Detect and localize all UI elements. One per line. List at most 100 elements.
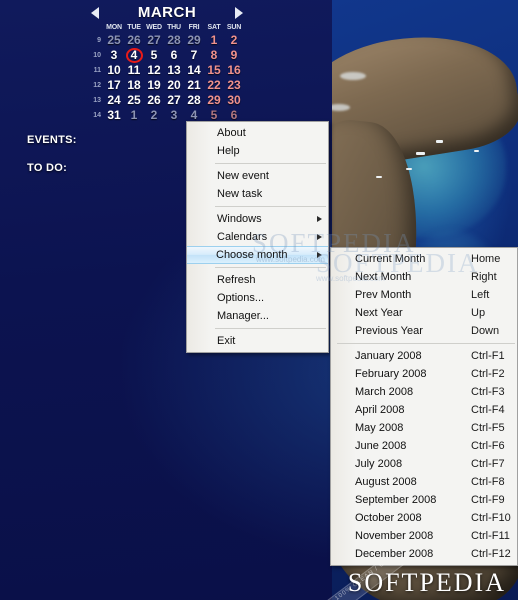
calendar-day[interactable]: 2 xyxy=(144,108,164,123)
calendar-weekday-header: FRI xyxy=(188,24,200,31)
menu-item-choose-month[interactable]: Choose month xyxy=(187,246,328,264)
menu-item-label: Previous Year xyxy=(355,325,423,337)
calendar-week-number: 9 xyxy=(97,37,101,44)
calendar-week-number: 13 xyxy=(93,97,101,104)
menu-item-august-2008[interactable]: August 2008 Ctrl-F8 xyxy=(331,473,517,491)
menu-item-shortcut: Up xyxy=(471,307,486,319)
menu-item-current-month[interactable]: Current Month Home xyxy=(331,250,517,268)
menu-item-label: September 2008 xyxy=(355,494,437,506)
menu-item-label: Choose month xyxy=(216,249,288,261)
menu-item-label: January 2008 xyxy=(355,350,422,362)
menu-item-calendars[interactable]: Calendars xyxy=(187,228,328,246)
menu-item-shortcut: Left xyxy=(471,289,490,301)
calendar-day[interactable]: 6 xyxy=(164,48,184,63)
calendar-day[interactable]: 11 xyxy=(124,63,144,78)
calendar-day[interactable]: 29 xyxy=(204,93,224,108)
menu-item-label: Calendars xyxy=(217,231,268,243)
calendar-day[interactable]: 17 xyxy=(104,78,124,93)
calendar-day[interactable]: 25 xyxy=(104,33,124,48)
menu-item-label: Next Year xyxy=(355,307,403,319)
calendar-day[interactable]: 1 xyxy=(204,33,224,48)
calendar-day[interactable]: 1 xyxy=(124,108,144,123)
calendar-day[interactable]: 12 xyxy=(144,63,164,78)
calendar-day-today[interactable]: 4 xyxy=(124,48,144,63)
calendar-day[interactable]: 3 xyxy=(164,108,184,123)
desktop-calendar-widget[interactable]: MARCH MON TUE WED THU FRI SAT SUN 9 25 26 27 28 29 1 2… xyxy=(88,2,246,123)
menu-item-next-year[interactable]: Next Year Up xyxy=(331,304,517,322)
calendar-day[interactable]: 16 xyxy=(224,63,244,78)
calendar-weekday-header: WED xyxy=(146,24,162,31)
calendar-day[interactable]: 26 xyxy=(144,93,164,108)
calendar-weekday-header: SUN xyxy=(226,24,242,31)
calendar-day[interactable]: 15 xyxy=(204,63,224,78)
calendar-day[interactable]: 24 xyxy=(104,93,124,108)
calendar-day[interactable]: 22 xyxy=(204,78,224,93)
calendar-grid[interactable]: MON TUE WED THU FRI SAT SUN 9 25 26 27 28 29 1 2 10 3 4 5 6… xyxy=(88,22,246,123)
menu-item-label: Refresh xyxy=(217,274,256,286)
calendar-day[interactable]: 28 xyxy=(164,33,184,48)
menu-item-next-month[interactable]: Next Month Right xyxy=(331,268,517,286)
menu-item-exit[interactable]: Exit xyxy=(187,332,328,350)
calendar-weekday-header: MON xyxy=(106,24,122,31)
menu-item-shortcut: Ctrl-F2 xyxy=(471,368,505,380)
menu-item-december-2008[interactable]: December 2008 Ctrl-F12 xyxy=(331,545,517,563)
menu-item-october-2008[interactable]: October 2008 Ctrl-F10 xyxy=(331,509,517,527)
menu-item-march-2008[interactable]: March 2008 Ctrl-F3 xyxy=(331,383,517,401)
calendar-day[interactable]: 2 xyxy=(224,33,244,48)
menu-item-prev-month[interactable]: Prev Month Left xyxy=(331,286,517,304)
calendar-day[interactable]: 19 xyxy=(144,78,164,93)
calendar-day[interactable]: 21 xyxy=(184,78,204,93)
menu-item-may-2008[interactable]: May 2008 Ctrl-F5 xyxy=(331,419,517,437)
menu-item-new-event[interactable]: New event xyxy=(187,167,328,185)
wallpaper-boat xyxy=(416,152,425,155)
next-month-arrow-icon[interactable] xyxy=(235,7,243,19)
calendar-day[interactable]: 7 xyxy=(184,48,204,63)
calendar-day[interactable]: 30 xyxy=(224,93,244,108)
menu-item-manager[interactable]: Manager... xyxy=(187,307,328,325)
menu-item-label: About xyxy=(217,127,246,139)
menu-item-september-2008[interactable]: September 2008 Ctrl-F9 xyxy=(331,491,517,509)
menu-item-refresh[interactable]: Refresh xyxy=(187,271,328,289)
menu-item-about[interactable]: About xyxy=(187,124,328,142)
menu-item-shortcut: Ctrl-F3 xyxy=(471,386,505,398)
calendar-day[interactable]: 25 xyxy=(124,93,144,108)
choose-month-submenu[interactable]: Current Month Home Next Month Right Prev Mon… xyxy=(330,247,518,566)
calendar-day[interactable]: 28 xyxy=(184,93,204,108)
menu-item-june-2008[interactable]: June 2008 Ctrl-F6 xyxy=(331,437,517,455)
menu-item-november-2008[interactable]: November 2008 Ctrl-F11 xyxy=(331,527,517,545)
context-menu[interactable]: About Help New event New task Windows Calenda… xyxy=(186,121,329,353)
menu-item-label: Exit xyxy=(217,335,236,347)
calendar-day[interactable]: 23 xyxy=(224,78,244,93)
menu-item-windows[interactable]: Windows xyxy=(187,210,328,228)
calendar-weekday-header: THU xyxy=(167,24,181,31)
calendar-day[interactable]: 8 xyxy=(204,48,224,63)
menu-item-previous-year[interactable]: Previous Year Down xyxy=(331,322,517,340)
calendar-day[interactable]: 14 xyxy=(184,63,204,78)
calendar-day[interactable]: 10 xyxy=(104,63,124,78)
menu-item-january-2008[interactable]: January 2008 Ctrl-F1 xyxy=(331,347,517,365)
prev-month-arrow-icon[interactable] xyxy=(91,7,99,19)
menu-item-label: Current Month xyxy=(355,253,426,265)
menu-item-shortcut: Ctrl-F10 xyxy=(471,512,511,524)
softpedia-brand-bar: 100% CLEAN / CERTIFIED SOFTPEDIA xyxy=(0,564,518,600)
menu-item-help[interactable]: Help xyxy=(187,142,328,160)
menu-item-february-2008[interactable]: February 2008 Ctrl-F2 xyxy=(331,365,517,383)
menu-item-april-2008[interactable]: April 2008 Ctrl-F4 xyxy=(331,401,517,419)
menu-item-new-task[interactable]: New task xyxy=(187,185,328,203)
calendar-day[interactable]: 5 xyxy=(144,48,164,63)
calendar-day[interactable]: 29 xyxy=(184,33,204,48)
calendar-day[interactable]: 20 xyxy=(164,78,184,93)
calendar-day[interactable]: 27 xyxy=(144,33,164,48)
menu-item-label: October 2008 xyxy=(355,512,422,524)
menu-item-label: August 2008 xyxy=(355,476,417,488)
calendar-day[interactable]: 18 xyxy=(124,78,144,93)
calendar-day[interactable]: 9 xyxy=(224,48,244,63)
calendar-day[interactable]: 26 xyxy=(124,33,144,48)
calendar-day[interactable]: 3 xyxy=(104,48,124,63)
menu-item-options[interactable]: Options... xyxy=(187,289,328,307)
menu-item-label: April 2008 xyxy=(355,404,405,416)
calendar-day[interactable]: 13 xyxy=(164,63,184,78)
calendar-day[interactable]: 27 xyxy=(164,93,184,108)
calendar-day[interactable]: 31 xyxy=(104,108,124,123)
menu-item-july-2008[interactable]: July 2008 Ctrl-F7 xyxy=(331,455,517,473)
